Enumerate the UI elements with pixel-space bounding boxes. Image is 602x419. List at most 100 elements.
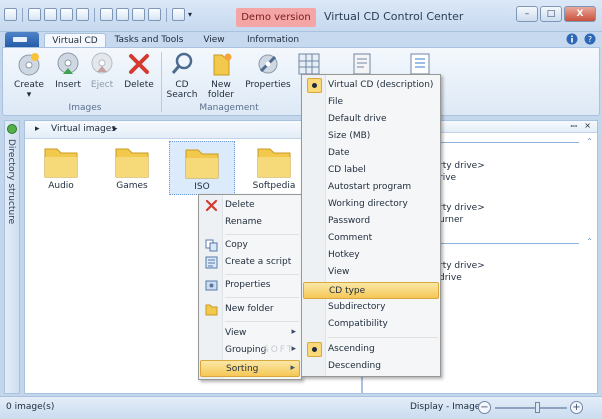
sort-virtual-cd-description[interactable]: Virtual CD (description) — [303, 77, 439, 94]
menu-item-rename[interactable]: Rename — [200, 214, 300, 231]
new-folder-button[interactable]: New folder — [203, 51, 239, 100]
cd-icon[interactable] — [44, 8, 57, 21]
window-controls: – □ X — [516, 6, 596, 22]
folder-iso[interactable]: ISO — [169, 141, 235, 195]
breadcrumb-chevron-icon[interactable]: ▸ — [113, 124, 118, 134]
customize-dropdown-icon[interactable]: ▾ — [188, 8, 197, 21]
properties-button[interactable]: Properties — [243, 51, 293, 90]
tab-virtual-cd[interactable]: Virtual CD — [44, 33, 106, 48]
menu-item-label: Working directory — [328, 199, 408, 209]
folder-games[interactable]: Games — [99, 141, 165, 195]
sort-cd-label[interactable]: CD label — [303, 162, 439, 179]
image-icon[interactable] — [100, 8, 113, 21]
zoom-out-button[interactable]: − — [478, 401, 491, 414]
close-button[interactable]: X — [564, 6, 596, 22]
eject-button[interactable]: Eject — [87, 51, 117, 90]
edit-icon[interactable] — [28, 8, 41, 21]
window-title: Virtual CD Control Center — [324, 10, 464, 23]
menu-item-label: Password — [328, 216, 371, 226]
sort-hotkey[interactable]: Hotkey — [303, 247, 439, 264]
folder-icon — [115, 148, 149, 178]
image-count: 0 image(s) — [6, 402, 55, 412]
minimize-button[interactable]: – — [516, 6, 538, 22]
pin-icon[interactable] — [7, 124, 17, 134]
menu-item-sorting[interactable]: Sorting ▸ — [200, 360, 300, 377]
watermark: SOFT — [263, 345, 295, 355]
menu-item-label: Rename — [225, 217, 262, 227]
menu-item-label: File — [328, 97, 344, 107]
sort-descending[interactable]: Descending — [303, 358, 439, 375]
record-icon[interactable] — [60, 8, 73, 21]
menu-item-view[interactable]: View ▸ — [200, 325, 300, 342]
sort-file[interactable]: File — [303, 94, 439, 111]
menu-separator — [328, 337, 438, 338]
menu-item-copy[interactable]: Copy — [200, 237, 300, 254]
folder-label: Softpedia — [252, 181, 296, 191]
sort-size[interactable]: Size (MB) — [303, 128, 439, 145]
sort-subdirectory[interactable]: Subdirectory — [303, 299, 439, 316]
refresh-icon[interactable] — [76, 8, 89, 21]
section-divider — [439, 243, 579, 244]
sort-comment[interactable]: Comment — [303, 230, 439, 247]
insert-button[interactable]: Insert — [53, 51, 83, 90]
sort-cd-type[interactable]: CD type — [303, 282, 439, 299]
detail-line: urner — [439, 215, 464, 225]
breadcrumb-arrow-icon[interactable]: ▸ — [35, 124, 40, 134]
tab-information[interactable]: Information — [240, 33, 306, 48]
maximize-button[interactable]: □ — [540, 6, 562, 22]
qat-separator — [94, 8, 95, 22]
folder-softpedia[interactable]: Softpedia — [241, 141, 307, 195]
breadcrumb-virtual-images[interactable]: Virtual images — [51, 124, 116, 134]
sort-password[interactable]: Password — [303, 213, 439, 230]
sort-default-drive[interactable]: Default drive — [303, 111, 439, 128]
menu-item-label: Comment — [328, 233, 373, 243]
menu-item-label: Autostart program — [328, 182, 412, 192]
grid-icon[interactable] — [116, 8, 129, 21]
menu-item-properties[interactable]: Properties — [200, 277, 300, 294]
menu-item-label: New folder — [225, 304, 274, 314]
directory-structure-pane[interactable]: Directory structure — [4, 120, 20, 394]
menu-separator — [225, 274, 299, 275]
help-icon[interactable]: ? — [584, 33, 596, 45]
cd-search-button[interactable]: CD Search — [165, 51, 199, 100]
sort-ascending[interactable]: Ascending — [303, 341, 439, 358]
menu-item-label: CD type — [329, 286, 366, 296]
monitor-icon[interactable] — [132, 8, 145, 21]
pin-icon[interactable]: ꟷ — [570, 121, 577, 132]
menu-item-new-folder[interactable]: New folder — [200, 301, 300, 318]
status-bar: 0 image(s) Display - Images − + — [0, 396, 602, 419]
detail-line: rty drive> — [439, 161, 485, 171]
info-icon[interactable] — [566, 33, 578, 45]
application-button[interactable] — [5, 32, 39, 48]
app-menu-icon[interactable] — [4, 8, 17, 21]
tab-tasks-and-tools[interactable]: Tasks and Tools — [112, 33, 186, 48]
demo-version-badge: Demo version — [236, 8, 316, 27]
menu-item-delete[interactable]: Delete — [200, 197, 300, 214]
zoom-in-button[interactable]: + — [570, 401, 583, 414]
cd-search-label-2: Search — [166, 90, 198, 100]
close-icon[interactable]: × — [584, 121, 591, 130]
folder-audio[interactable]: Audio — [28, 141, 94, 195]
cd-search-label-1: CD — [175, 80, 189, 90]
delete-button[interactable]: Delete — [123, 51, 155, 90]
insert-label: Insert — [55, 80, 81, 90]
qat-separator — [166, 8, 167, 22]
tab-view[interactable]: View — [196, 33, 232, 48]
group-label-images: Images — [68, 103, 102, 113]
sort-view[interactable]: View — [303, 264, 439, 281]
sort-working-directory[interactable]: Working directory — [303, 196, 439, 213]
menu-item-create-script[interactable]: Create a script — [200, 254, 300, 271]
toolbar-icon[interactable] — [172, 8, 185, 21]
zoom-slider-track[interactable] — [495, 407, 567, 409]
create-button[interactable]: Create ▾ — [11, 51, 47, 100]
drive-icon[interactable] — [148, 8, 161, 21]
zoom-slider-thumb[interactable] — [535, 402, 541, 413]
sort-compatibility[interactable]: Compatibility — [303, 316, 439, 333]
sort-date[interactable]: Date — [303, 145, 439, 162]
delete-label: Delete — [124, 80, 154, 90]
chevron-down-icon: ▾ — [26, 90, 32, 100]
folder-label: Games — [116, 181, 148, 191]
collapse-icon[interactable]: ⌃ — [586, 137, 593, 146]
collapse-icon[interactable]: ⌃ — [586, 237, 593, 246]
sort-autostart-program[interactable]: Autostart program — [303, 179, 439, 196]
